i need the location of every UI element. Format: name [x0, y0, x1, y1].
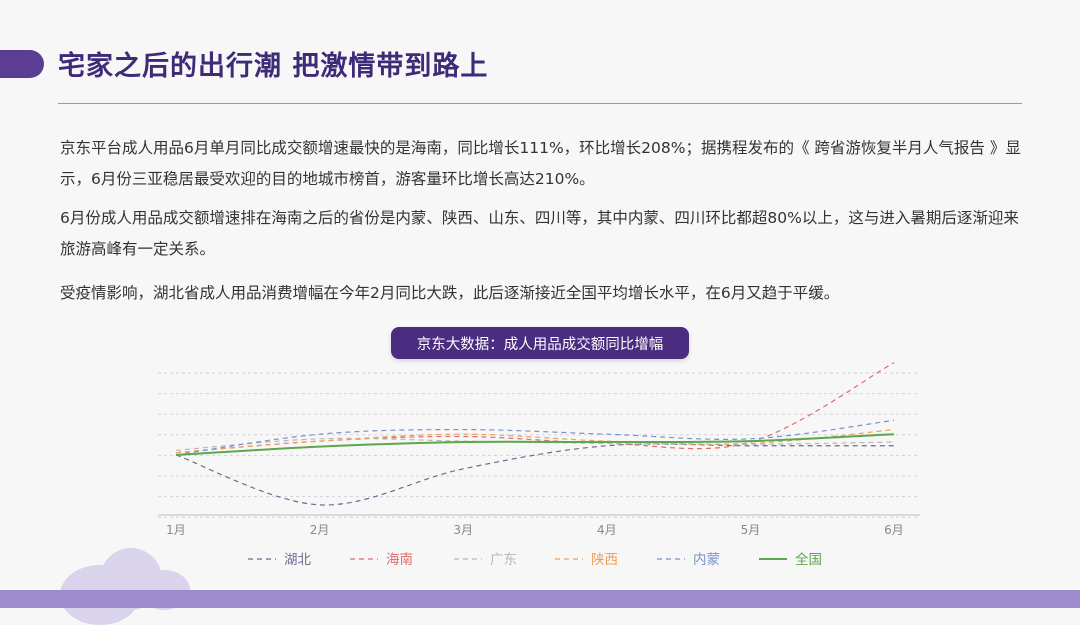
- legend-label: 湖北: [284, 552, 311, 568]
- chart-grid: [158, 372, 920, 518]
- legend-label: 全国: [795, 551, 822, 568]
- x-tick-label: 2月: [310, 523, 330, 537]
- chart-title-badge: 京东大数据：成人用品成交额同比增幅: [391, 327, 689, 359]
- line-chart: 1月 2月 3月 4月 5月 6月 湖北 海南 广东 陕西 内蒙 全国: [158, 362, 920, 568]
- x-tick-label: 1月: [166, 523, 186, 537]
- x-tick-label: 6月: [884, 523, 904, 537]
- legend-label: 内蒙: [693, 552, 720, 568]
- legend-label: 广东: [490, 552, 517, 568]
- series-line-0: [175, 443, 894, 506]
- x-tick-label: 3月: [453, 523, 473, 537]
- series-line-4: [175, 419, 895, 456]
- legend-label: 海南: [386, 552, 413, 568]
- x-axis: 1月 2月 3月 4月 5月 6月: [158, 514, 920, 537]
- chart-series: [175, 362, 895, 506]
- series-line-5: [175, 433, 895, 456]
- x-tick-label: 4月: [597, 523, 617, 537]
- x-tick-label: 5月: [741, 523, 761, 537]
- legend-label: 陕西: [591, 552, 618, 568]
- footer-band: [0, 590, 1080, 608]
- chart-legend: 湖北 海南 广东 陕西 内蒙 全国: [248, 551, 822, 568]
